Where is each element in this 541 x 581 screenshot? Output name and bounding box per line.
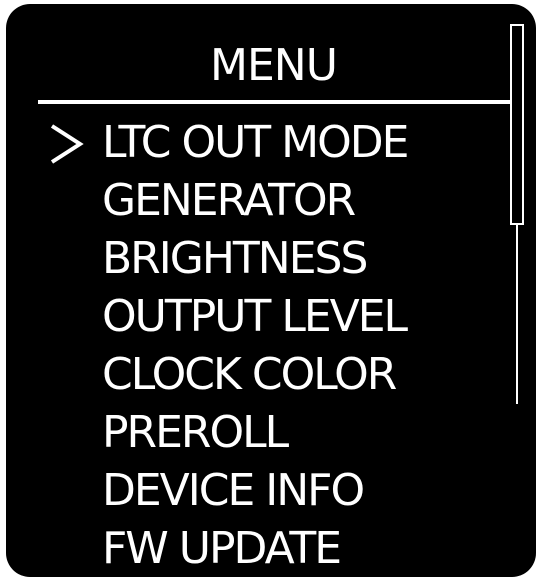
menu-item-generator[interactable]: GENERATOR [6,172,506,230]
scrollbar-thumb[interactable] [510,24,524,225]
menu-item-device-info[interactable]: DEVICE INFO [6,462,506,520]
menu-item-label: DEVICE INFO [102,465,365,516]
chevron-right-icon [50,124,84,164]
menu-item-label: FW UPDATE [102,523,342,574]
device-screen: MENU LTC OUT MODE GENERATOR BRIGHTNESS O… [6,4,536,577]
menu-item-label: CLOCK COLOR [102,349,397,400]
menu-item-fw-update[interactable]: FW UPDATE [6,520,506,577]
scrollbar[interactable] [506,24,528,424]
menu-item-label: PREROLL [102,407,289,458]
menu-item-label: OUTPUT LEVEL [102,291,408,342]
menu-item-ltc-out-mode[interactable]: LTC OUT MODE [6,114,506,172]
menu-item-preroll[interactable]: PREROLL [6,404,506,462]
menu-item-label: BRIGHTNESS [102,233,368,284]
menu-item-output-level[interactable]: OUTPUT LEVEL [6,288,506,346]
menu-item-brightness[interactable]: BRIGHTNESS [6,230,506,288]
menu-item-label: LTC OUT MODE [102,117,409,168]
title-divider [38,100,512,104]
menu-title: MENU [210,40,338,91]
menu-list: LTC OUT MODE GENERATOR BRIGHTNESS OUTPUT… [6,114,506,577]
menu-item-clock-color[interactable]: CLOCK COLOR [6,346,506,404]
menu-item-label: GENERATOR [102,175,356,226]
